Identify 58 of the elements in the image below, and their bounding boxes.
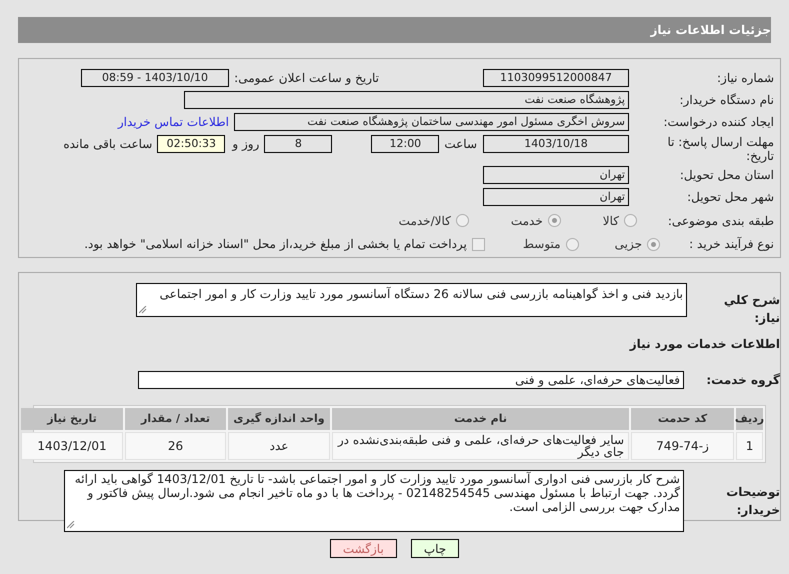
- field-label: ایجاد کننده درخواست:: [662, 115, 775, 129]
- text-field[interactable]: فعالیت‌های حرفه‌ای، علمی و فنی: [138, 371, 684, 389]
- field-label: توضیحات خریدار:: [725, 484, 780, 519]
- radio-label: جزیی: [614, 236, 642, 253]
- text-field[interactable]: 12:00: [371, 135, 440, 153]
- table-cell: ز-74-749: [631, 432, 734, 460]
- field-label: ساعت باقی مانده: [63, 136, 152, 153]
- radio-button[interactable]: [624, 214, 637, 227]
- print-button[interactable]: چاپ: [410, 539, 460, 558]
- radio-label: متوسط: [522, 236, 561, 253]
- section-heading: اطلاعات خدمات مورد نیاز: [628, 336, 780, 353]
- field-label: تاریخ و ساعت اعلان عمومی:: [233, 70, 379, 87]
- field-label: شهر محل تحویل:: [686, 190, 775, 204]
- text-field[interactable]: 1103099512000847: [483, 69, 629, 87]
- radio-button[interactable]: [566, 238, 579, 250]
- text-field[interactable]: تهران: [483, 188, 629, 206]
- resize-grip-icon: [67, 521, 75, 529]
- text-field[interactable]: پژوهشگاه صنعت نفت: [184, 91, 629, 109]
- column-header: واحد اندازه گیری: [228, 408, 330, 430]
- table-cell: 26: [125, 432, 226, 460]
- checkbox-label: پرداخت تمام یا بخشی از مبلغ خرید،از محل "اسناد خزانه اسلامی" خواهد بود.: [84, 236, 467, 253]
- page-title: جزئیات اطلاعات نیاز: [650, 22, 771, 39]
- column-header: ردیف: [736, 408, 763, 430]
- checkbox[interactable]: [472, 238, 485, 250]
- field-label: نام دستگاه خریدار:: [678, 93, 775, 107]
- field-label: طبقه بندی موضوعی:: [666, 214, 775, 228]
- summary-textarea[interactable]: بازدید فنی و اخذ گواهینامه بازرسی فنی سالانه 26 دستگاه آسانسور مورد تایید وزارت کار و امور اجتماعی: [136, 283, 687, 317]
- column-header: نام خدمت: [332, 408, 629, 430]
- table-cell: 1: [736, 432, 763, 460]
- table-cell: سایر فعالیت‌های حرفه‌ای، علمی و فنی طبقه‌بندی‌نشده در جای دیگر: [332, 432, 629, 460]
- radio-button[interactable]: [548, 214, 561, 227]
- buyer-contact-link[interactable]: اطلاعات تماس خریدار: [118, 113, 229, 131]
- radio-button[interactable]: [647, 238, 660, 250]
- radio-label: خدمت: [510, 212, 543, 230]
- radio-button[interactable]: [456, 214, 469, 227]
- text-field[interactable]: 02:50:33: [157, 135, 226, 153]
- field-label: ساعت: [444, 136, 477, 153]
- table-cell: 1403/12/01: [21, 432, 123, 460]
- text-field[interactable]: 8: [264, 135, 332, 153]
- buyer-notes-textarea[interactable]: شرح کار بازرسی فنی ادواری آسانسور مورد تایید وزارت کار و امور اجتماعی باشد- تا تاریخ 1403/12/01 گواهی باید ارائه گردد. جهت ارتباط با مسئول مهندسی 02148254545 - پرداخت ها با دو ماه تاخیر انجام می شود.ارسال پیش فاکتور و مدارک جهت بررسی الزامی است.: [64, 470, 684, 532]
- field-label: نوع فرآیند خرید :: [688, 237, 775, 251]
- column-header: تعداد / مقدار: [125, 408, 226, 430]
- field-label: مهلت ارسال پاسخ: تا تاریخ:: [666, 135, 775, 163]
- column-header: تاریخ نیاز: [21, 408, 123, 430]
- field-label: گروه خدمت:: [705, 372, 780, 389]
- field-label: شرح كلي نياز:: [722, 292, 780, 327]
- text-field[interactable]: سروش اخگری مسئول امور مهندسی ساختمان پژوهشگاه صنعت نفت: [234, 113, 629, 131]
- table-cell: عدد: [228, 432, 330, 460]
- resize-grip-icon: [139, 306, 147, 314]
- radio-label: كالا/خدمت: [398, 212, 451, 230]
- field-label: شماره نیاز:: [716, 71, 775, 85]
- field-label: روز و: [232, 136, 260, 153]
- text-field[interactable]: تهران: [483, 166, 629, 184]
- text-field[interactable]: 1403/10/10 - 08:59: [81, 69, 229, 87]
- radio-label: كالا: [602, 212, 619, 230]
- field-label: استان محل تحویل:: [678, 168, 775, 182]
- text-field[interactable]: 1403/10/18: [483, 135, 629, 153]
- column-header: کد حدمت: [631, 408, 734, 430]
